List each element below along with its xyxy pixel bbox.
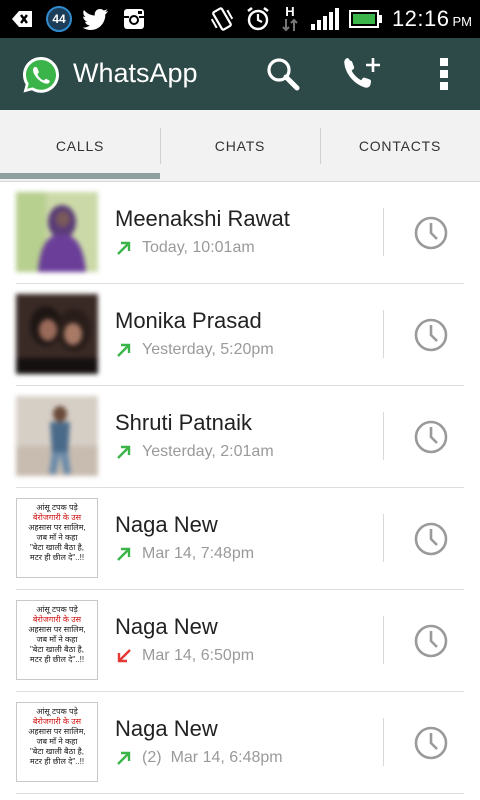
call-time: Yesterday, 2:01am [142,443,274,460]
call-detail: (2) Mar 14, 6:48pm [115,749,283,767]
outgoing-call-icon [117,547,131,561]
call-time: Yesterday, 5:20pm [142,341,274,358]
network-type-icon: H [280,5,300,33]
contact-avatar[interactable] [16,192,98,272]
overflow-menu-button[interactable] [422,52,466,96]
app-title: WhatsApp [73,58,198,88]
poster-image: आंसू टपक पड़े बेरोजगारी के उस अहसास पर स… [16,600,98,680]
call-time: Mar 14, 7:48pm [142,545,255,562]
contact-avatar[interactable]: आंसू टपक पड़े बेरोजगारी के उस अहसास पर स… [16,600,98,680]
outgoing-call-icon [117,445,131,459]
poster-image: आंसू टपक पड़े बेरोजगारी के उस अहसास पर स… [16,702,98,782]
clock-icon[interactable] [412,418,450,456]
clock-icon[interactable] [412,214,450,252]
poster-image: आंसू टपक पड़े बेरोजगारी के उस अहसास पर स… [16,498,98,578]
call-row[interactable]: आंसू टपक पड़े बेरोजगारी के उस अहसास पर स… [0,590,480,692]
call-row[interactable]: आंसू टपक पड़े बेरोजगारी के उस अहसास पर स… [0,488,480,590]
notification-count-badge: 44 [46,6,72,32]
call-count: (2) [142,749,162,766]
contact-name: Naga New [115,716,218,741]
contact-name: Naga New [115,614,218,639]
row-divider [383,310,384,358]
call-row[interactable]: आंसू टपक पड़े बेरोजगारी के उस अहसास पर स… [0,692,480,794]
clock-icon[interactable] [412,520,450,558]
status-bar-system: H 12:16 PM [208,4,472,34]
clock-time: 12:16 PM [391,6,472,31]
contact-avatar[interactable] [16,396,98,476]
battery-icon [348,5,384,33]
call-detail: Mar 14, 6:50pm [115,647,254,665]
status-bar-notifications: 44 [8,4,148,34]
twitter-icon [82,5,110,33]
call-detail: Yesterday, 2:01am [115,443,274,461]
signal-strength-icon [308,5,340,33]
selected-tab-indicator [0,173,160,179]
call-row[interactable]: Monika Prasad Yesterday, 5:20pm [0,284,480,386]
tab-chats[interactable]: CHATS [160,110,320,182]
call-detail: Yesterday, 5:20pm [115,341,274,359]
search-icon [267,58,300,91]
back-arrow-notification-icon [8,5,36,33]
app-bar: WhatsApp [0,38,480,110]
outgoing-call-icon [117,241,131,255]
call-detail: Mar 14, 7:48pm [115,545,254,563]
tab-calls[interactable]: CALLS [0,110,160,182]
call-row[interactable]: Meenakshi Rawat Today, 10:01am [0,182,480,284]
missed-call-icon [117,649,131,663]
outgoing-call-icon [117,343,131,357]
contact-name: Meenakshi Rawat [115,206,290,231]
outgoing-call-icon [117,751,131,765]
call-time: Mar 14, 6:48pm [170,749,283,766]
row-divider [383,718,384,766]
contact-avatar[interactable] [16,294,98,374]
whatsapp-logo-icon [20,54,62,96]
call-time: Mar 14, 6:50pm [142,647,255,664]
contact-avatar[interactable]: आंसू टपक पड़े बेरोजगारी के उस अहसास पर स… [16,702,98,782]
row-divider [383,412,384,460]
clock-icon[interactable] [412,316,450,354]
tab-bar: CALLS CHATS CONTACTS [0,110,480,182]
clock-icon[interactable] [412,622,450,660]
vibrate-icon [208,5,236,33]
call-time: Today, 10:01am [142,239,255,256]
contact-avatar[interactable]: आंसू टपक पड़े बेरोजगारी के उस अहसास पर स… [16,498,98,578]
row-divider [383,616,384,664]
tab-contacts[interactable]: CONTACTS [320,110,480,182]
new-call-button[interactable] [340,52,384,96]
call-row[interactable]: Shruti Patnaik Yesterday, 2:01am [0,386,480,488]
status-bar: 44 H 12:16 PM [0,0,480,38]
row-divider [383,514,384,562]
search-button[interactable] [261,52,305,96]
row-divider [383,208,384,256]
alarm-icon [244,5,272,33]
contact-name: Monika Prasad [115,308,262,333]
contact-name: Shruti Patnaik [115,410,252,435]
call-detail: Today, 10:01am [115,239,255,257]
new-call-icon [344,58,380,88]
clock-icon[interactable] [412,724,450,762]
instagram-icon [120,5,148,33]
row-separator [16,793,464,794]
overflow-menu-icon [440,58,448,90]
contact-name: Naga New [115,512,218,537]
